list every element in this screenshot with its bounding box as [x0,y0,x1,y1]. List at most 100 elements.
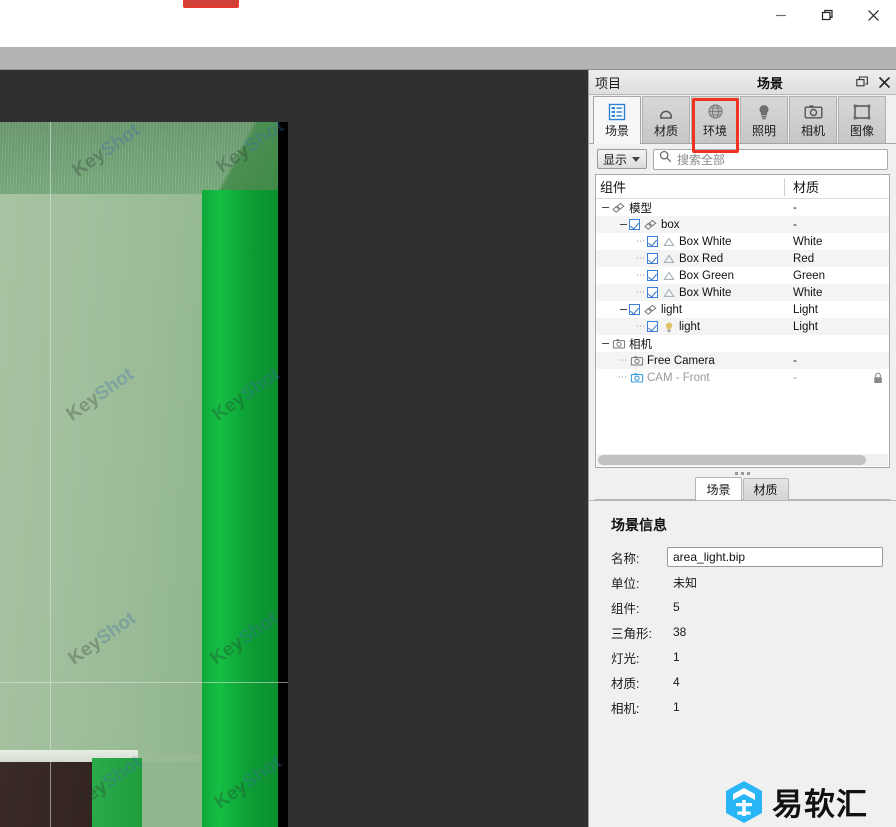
scene-tree[interactable]: 组件 材质 模型 - box - ⋯ Box White White ⋯ Box Red Red ⋯… [595,174,890,468]
tree-row-material: - [793,218,797,231]
collapse-toggle-icon[interactable] [618,219,629,230]
tree-node-icon [611,337,626,350]
scene-info-row: 材质: 4 [611,671,896,693]
tree-row-name-cell: ⋯ Free Camera [596,354,784,367]
tree-branch-line: ⋯ [636,236,646,246]
tree-row[interactable]: ⋯ light Light [596,318,889,335]
tree-node-icon [661,269,676,282]
panel-header-project-label[interactable]: 项目 [595,73,621,92]
minus-icon [620,309,627,310]
image-frame-icon [853,101,871,122]
restore-button[interactable] [804,0,850,30]
scene-info-label: 相机: [611,701,640,716]
toolbar-strip [0,30,896,70]
splitter-dot [747,471,750,475]
tree-row[interactable]: ⋯ Box Red Red [596,250,889,267]
tree-row[interactable]: box - [596,216,889,233]
visibility-checkbox[interactable] [629,219,640,230]
scene-tree-header: 组件 材质 [596,175,889,199]
column-header-material: 材质 [793,180,820,195]
tree-row-material: - [793,371,797,384]
tab-environment[interactable]: 环境 [691,96,739,143]
bottom-tab-material[interactable]: 材质 [742,478,789,500]
collapse-toggle-icon[interactable] [600,202,611,213]
project-panel: 项目 场景 场景 材质 环境 照明 相机 图像 显示 搜索全部 组件 材质 模型… [588,70,896,827]
tab-label: 相机 [800,124,825,138]
tree-row[interactable]: light Light [596,301,889,318]
tree-row-label: Box Red [679,252,724,265]
tree-row-material-cell: - [784,372,889,384]
visibility-checkbox[interactable] [647,270,658,281]
tab-scene[interactable]: 场景 [593,96,641,144]
render-back-wall [0,194,202,754]
render-viewport[interactable]: KeyShot KeyShot KeyShot KeyShot KeyShot … [0,70,588,827]
model-group-icon [611,202,625,213]
scene-info-label: 灯光: [611,651,640,666]
tree-branch-line: ⋯ [618,355,628,365]
scene-tree-rows: 模型 - box - ⋯ Box White White ⋯ Box Red Red ⋯ Box Gr… [596,199,889,453]
camera-active-icon [630,372,643,383]
hexagon-logo-icon [724,780,764,824]
render-dark-box [0,762,92,827]
collapse-toggle-icon[interactable] [618,304,629,315]
search-placeholder: 搜索全部 [677,152,726,167]
tree-row-material-cell: - [784,219,889,231]
light-bulb-icon [665,322,672,332]
tree-branch-line: ⋯ [636,253,646,263]
minus-icon [620,224,627,225]
scene-list-icon [608,101,626,122]
minimize-button[interactable] [758,0,804,30]
scene-info-row: 灯光: 1 [611,646,896,668]
tab-camera[interactable]: 相机 [789,96,837,143]
visibility-checkbox[interactable] [647,321,658,332]
panel-header: 项目 场景 [589,70,896,95]
render-mid-green [142,762,202,827]
tree-row[interactable]: 相机 [596,335,889,352]
tree-node-icon [661,252,676,265]
scene-info-title: 场景信息 [611,517,667,533]
tree-row-name-cell: ⋯ Box Green [596,269,784,282]
panel-splitter[interactable] [589,468,896,478]
visibility-checkbox[interactable] [647,253,658,264]
tree-row[interactable]: ⋯ Box White White [596,284,889,301]
tree-row[interactable]: ⋯ CAM - Front - [596,369,889,386]
panel-undock-button[interactable] [856,76,869,89]
close-button[interactable] [850,0,896,30]
tree-node-icon [661,286,676,299]
collapse-toggle-icon[interactable] [600,338,611,349]
bottom-tab-scene[interactable]: 场景 [695,477,742,500]
visibility-checkbox[interactable] [647,236,658,247]
tree-row[interactable]: ⋯ Free Camera - [596,352,889,369]
undock-icon [856,76,868,87]
tree-row[interactable]: ⋯ Box White White [596,233,889,250]
tree-row[interactable]: 模型 - [596,199,889,216]
panel-header-buttons [856,70,891,95]
toolbar-strip-upper [0,30,896,47]
tab-lighting[interactable]: 照明 [740,96,788,143]
scene-tree-hscrollbar[interactable] [597,454,888,466]
tree-row-material-cell: Green [784,270,889,282]
panel-toolbar: 显示 搜索全部 [589,144,896,174]
render-green-box-side [92,758,142,827]
minimize-icon [776,14,786,17]
tab-image[interactable]: 图像 [838,96,886,143]
panel-close-button[interactable] [878,76,891,89]
material-sphere-icon [657,101,675,122]
scene-name-input[interactable]: area_light.bip [667,547,883,567]
tree-row[interactable]: ⋯ Box Green Green [596,267,889,284]
scrollbar-thumb[interactable] [598,455,866,465]
scene-info-label: 名称: [611,551,640,566]
visibility-checkbox[interactable] [629,304,640,315]
tab-material[interactable]: 材质 [642,96,690,143]
scene-info-row: 三角形: 38 [611,621,896,643]
render-right-wall [202,190,278,827]
tree-row-label: Box Green [679,269,734,282]
show-dropdown-button[interactable]: 显示 [597,149,647,169]
bottom-tab-label: 材质 [753,483,778,497]
scene-info-row: 相机: 1 [611,696,896,718]
search-input[interactable]: 搜索全部 [653,148,888,170]
camera-icon [630,355,643,365]
environment-globe-icon [707,101,724,122]
visibility-checkbox[interactable] [647,287,658,298]
scene-info-fields: 名称: area_light.bip 单位: 未知 组件: 5 三角形: 38 灯光: 1 材质: 4… [611,546,896,718]
